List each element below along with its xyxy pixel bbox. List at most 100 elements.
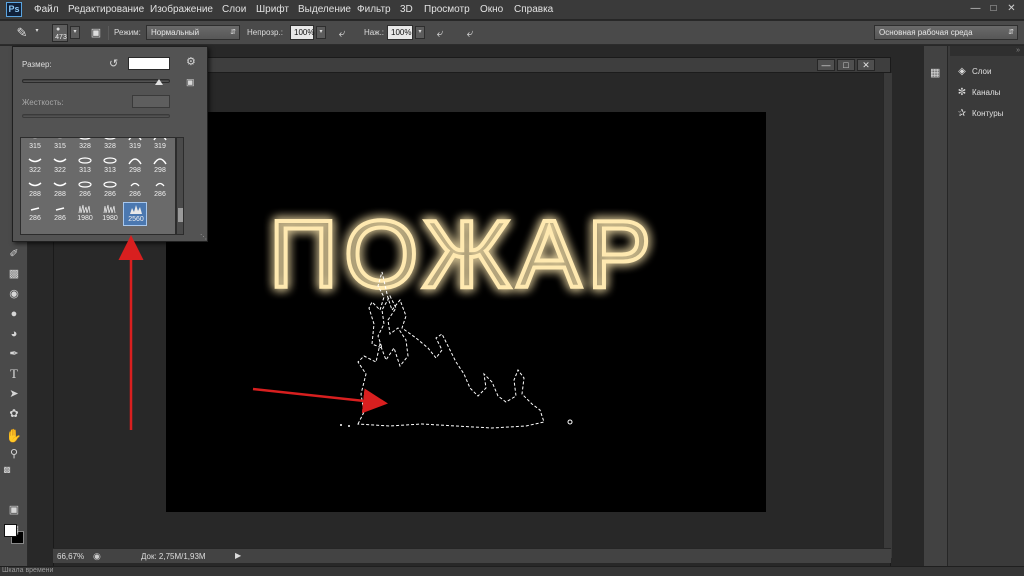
new-preset-icon[interactable]: ▣ xyxy=(186,77,195,88)
reset-size-icon[interactable]: ↺ xyxy=(109,57,118,70)
menu-select[interactable]: Выделение xyxy=(298,4,351,15)
brush-preset-selected[interactable]: 2560 xyxy=(123,202,147,226)
brush-preset[interactable]: 322 xyxy=(48,154,72,178)
zoom-level[interactable]: 66,67% xyxy=(57,552,84,561)
size-input[interactable] xyxy=(128,57,170,70)
status-info-icon[interactable]: ◉ xyxy=(93,551,101,562)
brush-preset[interactable]: 298 xyxy=(123,154,147,178)
spot-healing-tool-icon[interactable]: ✐ xyxy=(5,246,23,262)
resize-grip-icon[interactable]: ⋱ xyxy=(200,233,207,241)
menu-filter[interactable]: Фильтр xyxy=(357,4,391,15)
panel-channels[interactable]: ✼ Каналы xyxy=(950,83,1024,103)
options-bar: ✎ ▾ ● 473 ▾ ▣ Режим: Нормальный ⇵ Непроз… xyxy=(0,21,1024,45)
close-icon[interactable]: ✕ xyxy=(857,59,875,71)
menu-image[interactable]: Изображение xyxy=(150,4,213,15)
mode-select[interactable]: Нормальный ⇵ xyxy=(146,25,240,40)
brush-preset[interactable]: 286 xyxy=(48,202,72,226)
brush-preset[interactable]: 313 xyxy=(98,154,122,178)
brush-preset[interactable]: 319 xyxy=(123,138,147,154)
pressure-size-icon[interactable]: ⤶ xyxy=(462,25,478,41)
quick-mask-icon[interactable]: ▣ xyxy=(5,502,23,518)
menu-edit[interactable]: Редактирование xyxy=(68,4,144,15)
airbrush-icon[interactable]: ⤶ xyxy=(432,25,448,41)
channels-icon: ✼ xyxy=(957,87,967,98)
minimize-icon[interactable]: — xyxy=(817,59,835,71)
brush-preset[interactable]: 1980 xyxy=(98,202,122,226)
gear-icon[interactable]: ⚙ xyxy=(186,55,196,68)
hand-tool-icon[interactable]: ✋ xyxy=(5,428,23,444)
brush-tip-icon xyxy=(78,180,92,189)
hardness-slider[interactable] xyxy=(22,114,170,118)
brush-preset[interactable]: 322 xyxy=(23,154,47,178)
pressure-opacity-icon[interactable]: ⤶ xyxy=(334,25,350,41)
brush-preset[interactable]: 286 xyxy=(23,202,47,226)
opacity-slider-arrow-icon[interactable]: ▾ xyxy=(316,26,326,39)
pressure-slider-arrow-icon[interactable]: ▾ xyxy=(415,26,425,39)
maximize-icon[interactable]: □ xyxy=(837,59,855,71)
panel-collapse-icon[interactable]: » xyxy=(950,46,1024,56)
hardness-input[interactable] xyxy=(132,95,170,108)
brush-size-label: 1980 xyxy=(102,215,118,222)
pressure-input[interactable]: 100% xyxy=(387,25,413,40)
brush-preset[interactable]: 286 xyxy=(123,178,147,202)
brush-preset[interactable]: 313 xyxy=(73,154,97,178)
brush-panel-toggle-icon[interactable]: ▣ xyxy=(88,25,104,41)
photoshop-logo: Ps xyxy=(6,2,22,17)
brush-tip-icon xyxy=(28,204,42,213)
size-slider[interactable] xyxy=(22,79,170,85)
brush-preset[interactable]: 288 xyxy=(48,178,72,202)
pen-tool-icon[interactable]: ✒ xyxy=(5,346,23,362)
custom-shape-tool-icon[interactable]: ✿ xyxy=(5,406,23,422)
menu-help[interactable]: Справка xyxy=(514,4,553,15)
panel-paths[interactable]: ✰ Контуры xyxy=(950,104,1024,124)
zoom-tool-icon[interactable]: ⚲ xyxy=(5,446,23,462)
brush-preset[interactable]: 319 xyxy=(148,138,172,154)
menu-view[interactable]: Просмотр xyxy=(424,4,470,15)
brush-preset[interactable]: 286 xyxy=(98,178,122,202)
brush-preset[interactable]: 286 xyxy=(148,178,172,202)
brush-preset[interactable]: 1980 xyxy=(73,202,97,226)
brush-size-label: 286 xyxy=(104,191,116,198)
brush-tip-icon xyxy=(78,138,92,141)
size-slider-thumb[interactable] xyxy=(155,79,164,85)
menu-layers[interactable]: Слои xyxy=(222,4,246,15)
menu-file[interactable]: Файл xyxy=(34,4,59,15)
brush-preset-picker[interactable]: ● 473 xyxy=(52,24,68,42)
brush-preset[interactable]: 328 xyxy=(73,138,97,154)
brush-preset[interactable]: 288 xyxy=(23,178,47,202)
status-menu-arrow-icon[interactable]: ▶ xyxy=(235,551,241,560)
image-canvas[interactable]: ПОЖАР xyxy=(166,112,766,512)
brush-preset[interactable]: 328 xyxy=(98,138,122,154)
history-panel-icon[interactable]: ▦ xyxy=(930,66,940,79)
blur-tool-icon[interactable]: ● xyxy=(5,306,23,322)
workspace-select[interactable]: Основная рабочая среда ⇵ xyxy=(874,25,1018,40)
chevron-updown-icon: ⇵ xyxy=(1008,29,1014,36)
menu-type[interactable]: Шрифт xyxy=(256,4,289,15)
vertical-scrollbar[interactable] xyxy=(883,73,892,558)
brush-preset[interactable]: 315 xyxy=(48,138,72,154)
close-icon[interactable]: ✕ xyxy=(1004,2,1019,15)
tool-preset-arrow-icon[interactable]: ▾ xyxy=(32,26,42,39)
brush-tool-icon[interactable]: ✎ xyxy=(14,25,30,41)
brush-preset[interactable]: 286 xyxy=(73,178,97,202)
opacity-input[interactable]: 100% xyxy=(290,25,314,40)
foreground-color-swatch[interactable] xyxy=(4,524,17,537)
brush-grid-scroll-thumb[interactable] xyxy=(178,208,183,222)
paint-bucket-tool-icon[interactable]: ◉ xyxy=(5,286,23,302)
default-colors-icon[interactable]: ▩ xyxy=(2,462,12,478)
brush-grid-scrollbar[interactable] xyxy=(176,137,184,235)
brush-picker-arrow-icon[interactable]: ▾ xyxy=(70,26,80,39)
maximize-icon[interactable]: □ xyxy=(986,2,1001,15)
eraser-tool-icon[interactable]: ▩ xyxy=(5,266,23,282)
panel-layers[interactable]: ◈ Слои xyxy=(950,62,1024,82)
menu-3d[interactable]: 3D xyxy=(400,4,413,15)
timeline-panel[interactable]: Шкала времени xyxy=(0,566,1024,576)
path-selection-tool-icon[interactable]: ➤ xyxy=(5,386,23,402)
menu-window[interactable]: Окно xyxy=(480,4,503,15)
type-tool-icon[interactable]: T xyxy=(5,366,23,382)
minimize-icon[interactable]: — xyxy=(968,2,983,15)
selection-fragment xyxy=(567,419,573,425)
dodge-tool-icon[interactable]: ◕ xyxy=(5,326,23,342)
brush-preset[interactable]: 315 xyxy=(23,138,47,154)
brush-preset[interactable]: 298 xyxy=(148,154,172,178)
